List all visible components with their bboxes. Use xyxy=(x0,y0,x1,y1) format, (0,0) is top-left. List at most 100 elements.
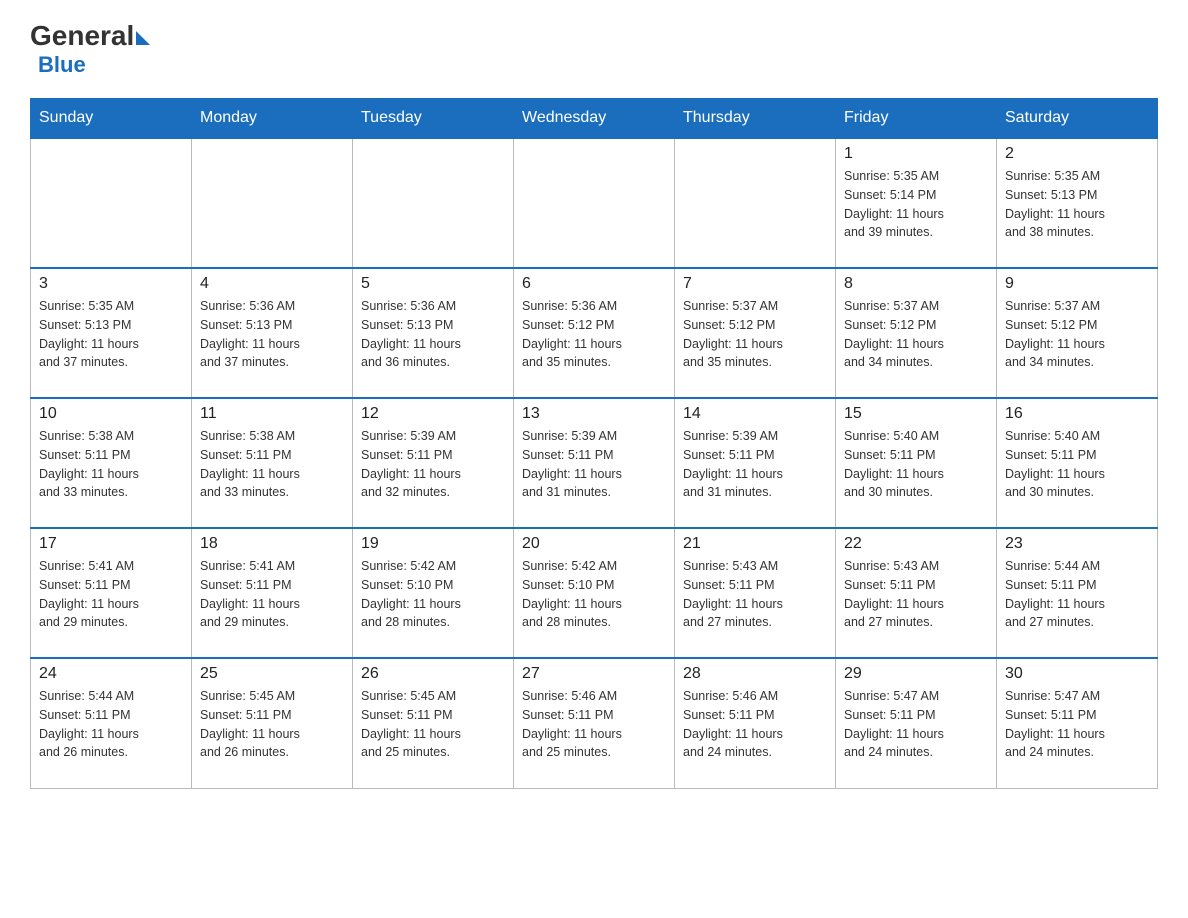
day-number: 1 xyxy=(844,145,988,163)
calendar-cell: 30 Sunrise: 5:47 AM Sunset: 5:11 PM Dayli… xyxy=(997,658,1158,788)
day-info: Sunrise: 5:42 AM Sunset: 5:10 PM Dayligh… xyxy=(522,557,666,632)
day-number: 19 xyxy=(361,535,505,553)
page-header: General Blue xyxy=(30,20,1158,78)
day-info: Sunrise: 5:35 AM Sunset: 5:14 PM Dayligh… xyxy=(844,167,988,242)
day-number: 18 xyxy=(200,535,344,553)
calendar-cell: 12 Sunrise: 5:39 AM Sunset: 5:11 PM Dayli… xyxy=(353,398,514,528)
day-number: 29 xyxy=(844,665,988,683)
calendar-cell: 16Sunrise: 5:40 AM Sunset: 5:11 PM Dayli… xyxy=(997,398,1158,528)
weekday-header-tuesday: Tuesday xyxy=(353,99,514,139)
day-number: 15 xyxy=(844,405,988,423)
day-info: Sunrise: 5:36 AM Sunset: 5:12 PM Dayligh… xyxy=(522,297,666,372)
day-number: 10 xyxy=(39,405,183,423)
calendar-cell xyxy=(31,138,192,268)
day-number: 11 xyxy=(200,405,344,423)
calendar-cell: 10 Sunrise: 5:38 AM Sunset: 5:11 PM Dayli… xyxy=(31,398,192,528)
day-info: Sunrise: 5:37 AM Sunset: 5:12 PM Dayligh… xyxy=(683,297,827,372)
day-number: 28 xyxy=(683,665,827,683)
calendar-cell: 17 Sunrise: 5:41 AM Sunset: 5:11 PM Dayli… xyxy=(31,528,192,658)
calendar-week-row: 24 Sunrise: 5:44 AM Sunset: 5:11 PM Dayli… xyxy=(31,658,1158,788)
calendar-cell: 28Sunrise: 5:46 AM Sunset: 5:11 PM Dayli… xyxy=(675,658,836,788)
calendar-cell: 29 Sunrise: 5:47 AM Sunset: 5:11 PM Dayli… xyxy=(836,658,997,788)
day-info: Sunrise: 5:39 AM Sunset: 5:11 PM Dayligh… xyxy=(522,427,666,502)
calendar-cell: 1 Sunrise: 5:35 AM Sunset: 5:14 PM Daylig… xyxy=(836,138,997,268)
day-info: Sunrise: 5:39 AM Sunset: 5:11 PM Dayligh… xyxy=(361,427,505,502)
day-info: Sunrise: 5:36 AM Sunset: 5:13 PM Dayligh… xyxy=(361,297,505,372)
calendar-cell: 21Sunrise: 5:43 AM Sunset: 5:11 PM Dayli… xyxy=(675,528,836,658)
calendar-cell: 26 Sunrise: 5:45 AM Sunset: 5:11 PM Dayli… xyxy=(353,658,514,788)
calendar-cell: 25Sunrise: 5:45 AM Sunset: 5:11 PM Dayli… xyxy=(192,658,353,788)
weekday-header-monday: Monday xyxy=(192,99,353,139)
logo-general-text: General xyxy=(30,20,134,52)
weekday-header-wednesday: Wednesday xyxy=(514,99,675,139)
calendar-cell: 22 Sunrise: 5:43 AM Sunset: 5:11 PM Dayli… xyxy=(836,528,997,658)
day-info: Sunrise: 5:41 AM Sunset: 5:11 PM Dayligh… xyxy=(200,557,344,632)
day-info: Sunrise: 5:35 AM Sunset: 5:13 PM Dayligh… xyxy=(39,297,183,372)
calendar-cell: 8 Sunrise: 5:37 AM Sunset: 5:12 PM Daylig… xyxy=(836,268,997,398)
day-info: Sunrise: 5:36 AM Sunset: 5:13 PM Dayligh… xyxy=(200,297,344,372)
calendar-cell xyxy=(675,138,836,268)
weekday-header-thursday: Thursday xyxy=(675,99,836,139)
day-info: Sunrise: 5:45 AM Sunset: 5:11 PM Dayligh… xyxy=(200,687,344,762)
day-number: 30 xyxy=(1005,665,1149,683)
calendar-header-row: SundayMondayTuesdayWednesdayThursdayFrid… xyxy=(31,99,1158,139)
logo-blue-text: Blue xyxy=(38,52,86,78)
day-number: 2 xyxy=(1005,145,1149,163)
calendar-cell: 24 Sunrise: 5:44 AM Sunset: 5:11 PM Dayli… xyxy=(31,658,192,788)
calendar-table: SundayMondayTuesdayWednesdayThursdayFrid… xyxy=(30,98,1158,789)
calendar-cell: 20 Sunrise: 5:42 AM Sunset: 5:10 PM Dayli… xyxy=(514,528,675,658)
day-info: Sunrise: 5:44 AM Sunset: 5:11 PM Dayligh… xyxy=(1005,557,1149,632)
calendar-cell: 4Sunrise: 5:36 AM Sunset: 5:13 PM Daylig… xyxy=(192,268,353,398)
day-number: 17 xyxy=(39,535,183,553)
day-info: Sunrise: 5:38 AM Sunset: 5:11 PM Dayligh… xyxy=(39,427,183,502)
calendar-cell: 5 Sunrise: 5:36 AM Sunset: 5:13 PM Daylig… xyxy=(353,268,514,398)
calendar-cell: 11 Sunrise: 5:38 AM Sunset: 5:11 PM Dayli… xyxy=(192,398,353,528)
day-info: Sunrise: 5:46 AM Sunset: 5:11 PM Dayligh… xyxy=(522,687,666,762)
weekday-header-saturday: Saturday xyxy=(997,99,1158,139)
calendar-cell: 23 Sunrise: 5:44 AM Sunset: 5:11 PM Dayli… xyxy=(997,528,1158,658)
calendar-cell: 3Sunrise: 5:35 AM Sunset: 5:13 PM Daylig… xyxy=(31,268,192,398)
weekday-header-friday: Friday xyxy=(836,99,997,139)
day-info: Sunrise: 5:44 AM Sunset: 5:11 PM Dayligh… xyxy=(39,687,183,762)
calendar-cell xyxy=(192,138,353,268)
day-number: 16 xyxy=(1005,405,1149,423)
calendar-week-row: 3Sunrise: 5:35 AM Sunset: 5:13 PM Daylig… xyxy=(31,268,1158,398)
day-info: Sunrise: 5:47 AM Sunset: 5:11 PM Dayligh… xyxy=(844,687,988,762)
day-info: Sunrise: 5:37 AM Sunset: 5:12 PM Dayligh… xyxy=(844,297,988,372)
calendar-week-row: 17 Sunrise: 5:41 AM Sunset: 5:11 PM Dayli… xyxy=(31,528,1158,658)
calendar-cell: 19Sunrise: 5:42 AM Sunset: 5:10 PM Dayli… xyxy=(353,528,514,658)
day-number: 24 xyxy=(39,665,183,683)
calendar-cell: 18 Sunrise: 5:41 AM Sunset: 5:11 PM Dayli… xyxy=(192,528,353,658)
day-info: Sunrise: 5:41 AM Sunset: 5:11 PM Dayligh… xyxy=(39,557,183,632)
logo-triangle-icon xyxy=(136,31,150,45)
day-number: 26 xyxy=(361,665,505,683)
day-number: 5 xyxy=(361,275,505,293)
day-info: Sunrise: 5:43 AM Sunset: 5:11 PM Dayligh… xyxy=(683,557,827,632)
day-info: Sunrise: 5:38 AM Sunset: 5:11 PM Dayligh… xyxy=(200,427,344,502)
calendar-cell: 27Sunrise: 5:46 AM Sunset: 5:11 PM Dayli… xyxy=(514,658,675,788)
day-info: Sunrise: 5:37 AM Sunset: 5:12 PM Dayligh… xyxy=(1005,297,1149,372)
day-info: Sunrise: 5:43 AM Sunset: 5:11 PM Dayligh… xyxy=(844,557,988,632)
calendar-cell: 9 Sunrise: 5:37 AM Sunset: 5:12 PM Daylig… xyxy=(997,268,1158,398)
calendar-cell: 6 Sunrise: 5:36 AM Sunset: 5:12 PM Daylig… xyxy=(514,268,675,398)
day-number: 8 xyxy=(844,275,988,293)
day-number: 13 xyxy=(522,405,666,423)
calendar-cell: 14Sunrise: 5:39 AM Sunset: 5:11 PM Dayli… xyxy=(675,398,836,528)
day-info: Sunrise: 5:47 AM Sunset: 5:11 PM Dayligh… xyxy=(1005,687,1149,762)
day-info: Sunrise: 5:35 AM Sunset: 5:13 PM Dayligh… xyxy=(1005,167,1149,242)
day-info: Sunrise: 5:45 AM Sunset: 5:11 PM Dayligh… xyxy=(361,687,505,762)
day-number: 12 xyxy=(361,405,505,423)
day-number: 6 xyxy=(522,275,666,293)
day-number: 14 xyxy=(683,405,827,423)
day-number: 22 xyxy=(844,535,988,553)
calendar-cell: 7 Sunrise: 5:37 AM Sunset: 5:12 PM Daylig… xyxy=(675,268,836,398)
calendar-cell: 2 Sunrise: 5:35 AM Sunset: 5:13 PM Daylig… xyxy=(997,138,1158,268)
day-number: 9 xyxy=(1005,275,1149,293)
day-number: 7 xyxy=(683,275,827,293)
calendar-cell: 15Sunrise: 5:40 AM Sunset: 5:11 PM Dayli… xyxy=(836,398,997,528)
day-number: 20 xyxy=(522,535,666,553)
calendar-cell: 13 Sunrise: 5:39 AM Sunset: 5:11 PM Dayli… xyxy=(514,398,675,528)
logo: General Blue xyxy=(30,20,150,78)
day-number: 23 xyxy=(1005,535,1149,553)
calendar-cell xyxy=(514,138,675,268)
